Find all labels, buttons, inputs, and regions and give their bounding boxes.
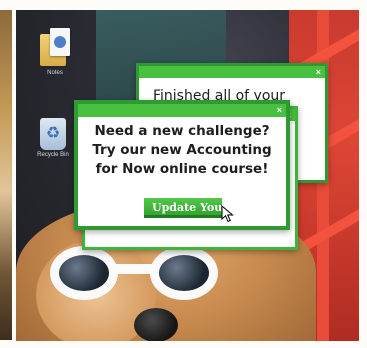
- update-button[interactable]: Update You: [144, 198, 222, 218]
- popup-message: Need a new challenge? Try our new Accoun…: [84, 122, 280, 179]
- document-shape: [50, 28, 70, 56]
- adjacent-photo-strip: [0, 10, 12, 340]
- folder-document-icon: [40, 28, 70, 68]
- sunglasses-lens-right: [150, 246, 218, 300]
- desktop-icon-label: Notes: [47, 70, 63, 76]
- popup-titlebar[interactable]: ×: [139, 66, 325, 78]
- message-line: for Now online course!: [95, 161, 269, 177]
- popup-window-front[interactable]: × Need a new challenge? Try our new Acco…: [74, 100, 290, 230]
- desktop-icon-label: Recycle Bin: [37, 152, 69, 158]
- mouse-pointer-icon: [221, 205, 234, 223]
- close-icon[interactable]: ×: [277, 104, 282, 117]
- photo-frame: Notes ♻ Recycle Bin × Finished all of yo…: [0, 0, 367, 348]
- recycle-bin-icon: ♻: [40, 118, 66, 150]
- close-icon[interactable]: ×: [316, 66, 321, 78]
- message-line: Need a new challenge?: [94, 123, 270, 139]
- sunglasses-lens-left: [50, 246, 118, 300]
- desktop-icon-recycle-bin[interactable]: ♻ Recycle Bin: [28, 118, 78, 158]
- message-line: Try our new Accounting: [92, 142, 272, 158]
- desktop-icon-notes[interactable]: Notes: [30, 28, 80, 76]
- dog-nose: [134, 308, 178, 341]
- dog-sunglasses: [50, 246, 220, 304]
- desktop: Notes ♻ Recycle Bin × Finished all of yo…: [16, 10, 359, 341]
- popup-titlebar[interactable]: ×: [78, 104, 286, 117]
